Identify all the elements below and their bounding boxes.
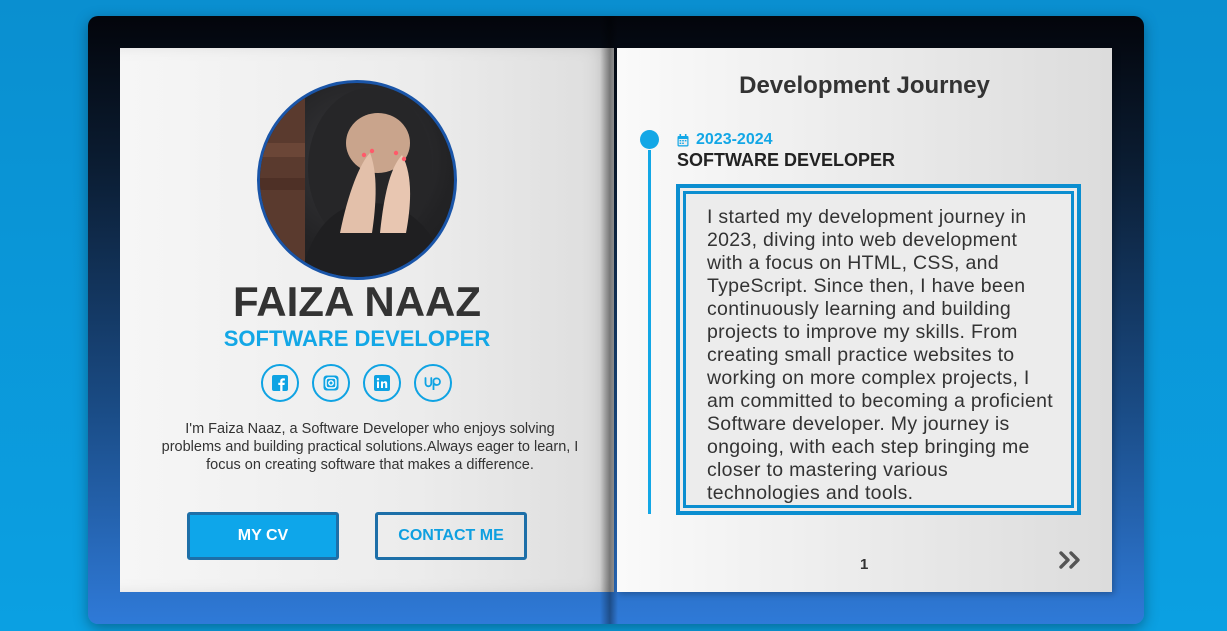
profile-avatar [257,80,457,280]
avatar-photo [260,83,449,277]
upwork-icon [424,377,441,390]
facebook-link[interactable] [261,364,299,402]
double-chevron-right-icon [1059,551,1080,569]
profile-page: FAIZA NAAZ SOFTWARE DEVELOPER I'm Faiza … [120,48,614,592]
timeline-date: 2023-2024 [677,131,773,149]
timeline-description-box: I started my development journey in 2023… [676,184,1081,515]
profile-role: SOFTWARE DEVELOPER [223,326,491,351]
instagram-icon [323,375,339,391]
calendar-icon [677,133,689,146]
journey-title: Development Journey [739,72,990,99]
instagram-link[interactable] [312,364,350,402]
my-cv-button[interactable]: MY CV [187,512,339,560]
next-page-button[interactable] [1059,550,1083,575]
journey-page: Development Journey 2023-2024 SOFTWARE D… [617,48,1112,592]
contact-me-button[interactable]: CONTACT ME [375,512,527,560]
timeline-date-text: 2023-2024 [696,131,773,148]
upwork-link[interactable] [414,364,452,402]
social-links [261,364,452,402]
timeline-role: SOFTWARE DEVELOPER [677,150,896,170]
facebook-icon [272,375,288,391]
timeline-dot [640,130,659,149]
page-number: 1 [860,556,869,573]
profile-name: FAIZA NAAZ [232,278,482,325]
linkedin-icon [374,375,390,391]
timeline-description: I started my development journey in 2023… [683,191,1074,508]
linkedin-link[interactable] [363,364,401,402]
timeline-line [648,150,651,514]
profile-bio: I'm Faiza Naaz, a Software Developer who… [161,421,579,473]
book-spine [600,16,618,624]
